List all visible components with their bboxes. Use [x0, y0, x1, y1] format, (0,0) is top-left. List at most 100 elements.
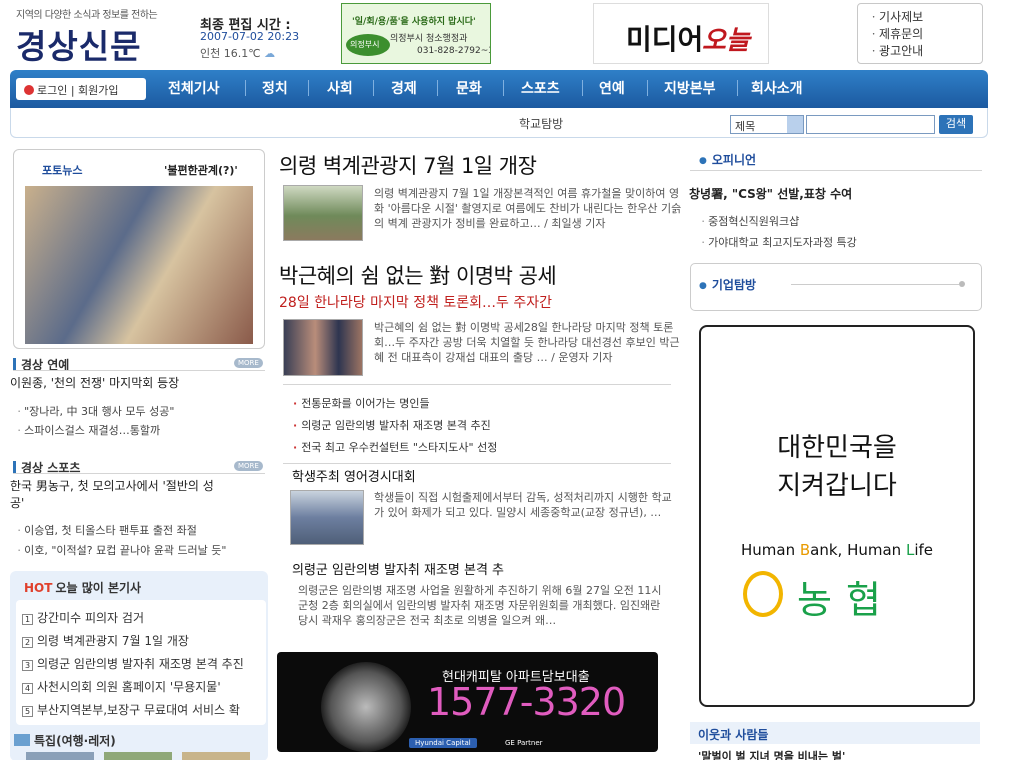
divider — [283, 384, 671, 385]
hot-item-text: 의령군 임란의병 발자취 재조명 본격 추진 — [37, 657, 244, 671]
biz-title[interactable]: 기업탐방 — [699, 276, 756, 293]
article4-body[interactable]: 의령군은 임란의병 재조명 사업을 원활하게 추진하기 위해 6월 27일 오전… — [298, 583, 662, 643]
special-thumb[interactable] — [182, 752, 250, 760]
hot-item[interactable]: 3 의령군 임란의병 발자취 재조명 본격 추진 — [22, 655, 264, 672]
sports-item[interactable]: 이승엽, 첫 티올스타 팬투표 출전 좌절 — [14, 522, 264, 538]
slogan-part: ife — [914, 541, 933, 559]
article3-title[interactable]: 학생주최 영어경시대회 — [292, 466, 416, 485]
article3-image[interactable] — [290, 490, 364, 545]
ent-item[interactable]: "장나라, 中 3대 행사 모두 성공" — [14, 403, 264, 419]
center-bullet-item[interactable]: 전국 최고 우수컨설턴트 "스타지도사" 선정 — [293, 439, 497, 455]
center-bullet-item[interactable]: 의령군 임란의병 발자취 재조명 본격 추진 — [293, 417, 491, 433]
divider — [791, 284, 959, 285]
opinion-item[interactable]: 중점혁신직원워크샵 — [698, 213, 978, 229]
nav-item-society[interactable]: 사회 — [327, 78, 353, 98]
neighbors-section: 이웃과 사람들 — [690, 722, 980, 744]
nav-item-company[interactable]: 회사소개 — [751, 78, 803, 98]
nh-ad-slogan: Human Bank, Human Life — [701, 541, 973, 559]
banner-partner: GE Partner — [505, 739, 543, 747]
rank-3-icon: 3 — [22, 660, 33, 671]
weather-text: 인천 16.1℃ — [200, 47, 261, 60]
search-button[interactable]: 검색 — [939, 115, 973, 134]
article2-image[interactable] — [283, 319, 363, 376]
article2-body[interactable]: 박근혜의 쉼 없는 對 이명박 공세28일 한나라당 마지막 정책 토론회…두 … — [374, 320, 686, 380]
top-links: 기사제보 제휴문의 광고안내 — [857, 3, 983, 64]
nav-divider — [437, 80, 438, 96]
ad-media-part1: 미디어 — [626, 23, 704, 56]
capital-ad-banner[interactable]: 현대캐피탈 아파트담보대출 1577-3320 Hyundai Capital … — [277, 652, 658, 752]
opinion-item[interactable]: 가야대학교 최고지도자과정 특강 — [698, 234, 978, 250]
search-input[interactable] — [806, 115, 935, 134]
nav-item-politics[interactable]: 정치 — [262, 78, 288, 98]
hot-title: HOT 오늘 많이 본기사 — [24, 579, 141, 596]
article4-title[interactable]: 의령군 임란의병 발자취 재조명 본격 추 — [292, 559, 504, 578]
nh-ad-banner[interactable]: 대한민국을 지켜갑니다 Human Bank, Human Life 농협 — [699, 325, 975, 707]
photo-news-caption[interactable]: '불편한관계(?)' — [164, 162, 238, 178]
nav-divider — [737, 80, 738, 96]
rank-2-icon: 2 — [22, 637, 33, 648]
opinion-headline[interactable]: 창녕署, "CS왕" 선발,표창 수여 — [689, 185, 982, 202]
ad-campaign-line3: 031-828-2792~3 — [417, 46, 491, 56]
special-thumb[interactable] — [26, 752, 94, 760]
ad-media-part2: 오늘 — [702, 26, 750, 56]
ad-media-banner[interactable]: 미디어 오늘 — [593, 3, 769, 64]
search-field-select[interactable]: 제목 — [730, 115, 804, 134]
ent-headline[interactable]: 이원종, '천의 전쟁' 마지막회 등장 — [10, 374, 268, 391]
top-link-partnership[interactable]: 제휴문의 — [868, 26, 982, 43]
hot-item[interactable]: 4 사천시의회 의원 홈페이지 '무용지물' — [22, 678, 262, 695]
ad-campaign-line2: 의정부시 청소행정과 — [390, 34, 468, 44]
center-bullet-item[interactable]: 전통문화를 이어가는 명인들 — [293, 395, 429, 411]
nav-item-sports[interactable]: 스포츠 — [521, 78, 560, 98]
top-link-advertising[interactable]: 광고안내 — [868, 43, 982, 60]
site-logo[interactable]: 경상신문 — [16, 20, 141, 68]
biz-box: 기업탐방 — [690, 263, 982, 311]
article1-image[interactable] — [283, 185, 363, 241]
neighbors-item[interactable]: '말벌이 벌 지녀 명을 비내는 벌' — [698, 748, 978, 760]
photo-news-box: 포토뉴스 '불편한관계(?)' — [13, 149, 265, 349]
main-nav — [10, 70, 988, 108]
rank-1-icon: 1 — [22, 614, 33, 625]
hot-item-text: 부산지역본부,보장구 무료대여 서비스 확 — [37, 703, 240, 717]
nav-divider — [582, 80, 583, 96]
slogan-part: ank, Human — [810, 541, 906, 559]
nav-item-regional[interactable]: 지방본부 — [664, 78, 716, 98]
opinion-title[interactable]: 오피니언 — [699, 151, 756, 168]
hot-item[interactable]: 2 의령 벽계관광지 7월 1일 개장 — [22, 632, 262, 649]
nav-item-entertainment[interactable]: 연예 — [599, 78, 625, 98]
hot-item[interactable]: 1 강간미수 피의자 검거 — [22, 609, 262, 626]
landscape-icon — [14, 734, 30, 746]
arrow-icon — [24, 85, 34, 95]
ent-item[interactable]: 스파이스걸스 재결성…통할까 — [14, 422, 264, 438]
special-thumb[interactable] — [104, 752, 172, 760]
login-button[interactable]: 로그인 | 회원가입 — [16, 78, 146, 100]
more-button-ent[interactable]: MORE — [234, 358, 263, 368]
sports-headline-line2[interactable]: 공' — [10, 494, 268, 511]
sports-item[interactable]: 이호, "이적설? 묘컵 끝나야 윤곽 드러날 듯" — [14, 542, 266, 558]
article2-subtitle[interactable]: 28일 한나라당 마지막 정책 토론회…두 주자간 — [279, 292, 552, 312]
article2-title[interactable]: 박근혜의 쉼 없는 對 이명박 공세 — [279, 260, 557, 290]
nav-item-all[interactable]: 전체기사 — [168, 78, 220, 98]
nav-divider — [373, 80, 374, 96]
nav-divider — [245, 80, 246, 96]
more-button-sports[interactable]: MORE — [234, 461, 263, 471]
special-title-text: 특집(여행·레저) — [34, 734, 116, 748]
neighbors-title[interactable]: 이웃과 사람들 — [698, 726, 768, 743]
nav-item-economy[interactable]: 경제 — [391, 78, 417, 98]
sub-nav-item-school[interactable]: 학교탐방 — [519, 115, 563, 132]
nav-divider — [647, 80, 648, 96]
photo-news-image[interactable] — [25, 186, 253, 344]
article3-body[interactable]: 학생들이 직접 시험출제에서부터 감독, 성적처리까지 시행한 학교가 있어 화… — [374, 490, 676, 536]
hot-item[interactable]: 5 부산지역본부,보장구 무료대여 서비스 확 — [22, 701, 268, 718]
top-link-report[interactable]: 기사제보 — [868, 9, 982, 26]
ad-campaign-banner[interactable]: '일/회/용/품'을 사용하지 맙시다' 의정부시 의정부시 청소행정과 031… — [341, 3, 491, 64]
special-section-title: 특집(여행·레저) — [14, 732, 116, 749]
nh-logo-icon — [743, 571, 783, 617]
hot-title-text: 오늘 많이 본기사 — [55, 581, 142, 595]
ad-campaign-badge: 의정부시 — [346, 34, 390, 56]
article1-body[interactable]: 의령 벽계관광지 7월 1일 개장본격적인 여름 휴가철을 맞이하여 영화 '아… — [374, 186, 686, 246]
nav-item-culture[interactable]: 문화 — [456, 78, 482, 98]
sports-headline-line1[interactable]: 한국 男농구, 첫 모의고사에서 '절반의 성 — [10, 477, 268, 494]
safe-dial-icon — [321, 662, 411, 752]
rank-5-icon: 5 — [22, 706, 33, 717]
article1-title[interactable]: 의령 벽계관광지 7월 1일 개장 — [279, 150, 537, 180]
